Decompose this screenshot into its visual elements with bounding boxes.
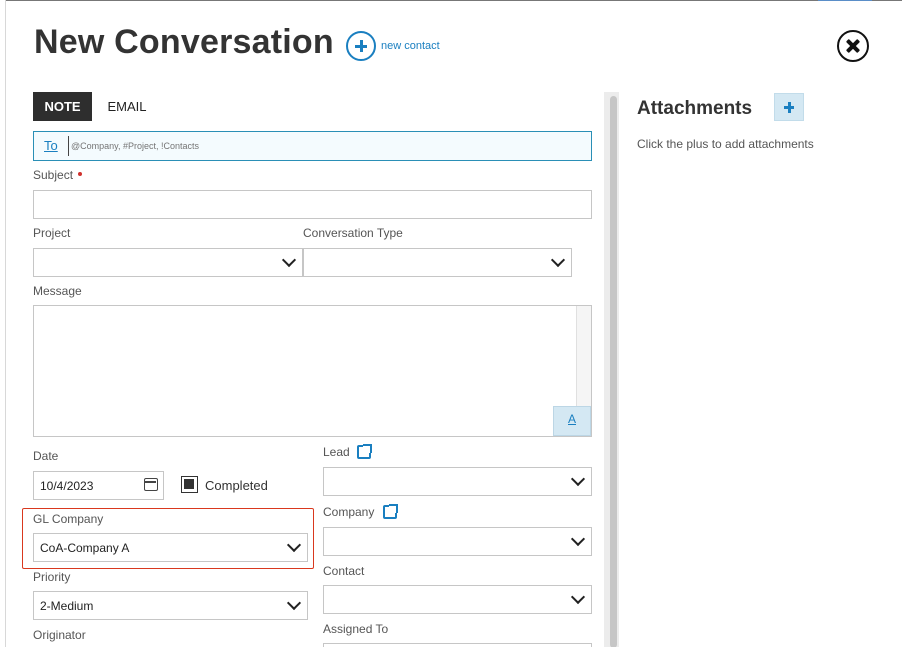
company-select[interactable]: [323, 527, 592, 556]
contact-select[interactable]: [323, 585, 592, 614]
project-select[interactable]: [33, 248, 303, 277]
message-scrollbar[interactable]: [576, 306, 591, 406]
company-label: Company: [323, 505, 375, 519]
assigned-to-select[interactable]: [323, 643, 592, 647]
gl-company-label: GL Company: [33, 512, 104, 526]
conversation-type-select[interactable]: [303, 248, 572, 277]
chevron-down-icon: [286, 537, 302, 553]
chevron-down-icon: [281, 252, 297, 268]
calendar-icon[interactable]: [144, 478, 158, 491]
new-contact-link[interactable]: new contact: [381, 40, 440, 52]
text-format-button[interactable]: A: [553, 406, 591, 436]
required-indicator: [78, 172, 83, 176]
chevron-down-icon: [570, 531, 586, 547]
attachments-hint: Click the plus to add attachments: [637, 137, 814, 151]
open-external-icon[interactable]: [383, 504, 398, 519]
lead-select[interactable]: [323, 467, 592, 496]
contact-label: Contact: [323, 564, 365, 578]
subject-input[interactable]: [33, 190, 592, 219]
conversation-type-label: Conversation Type: [303, 226, 403, 240]
gl-company-select[interactable]: CoA-Company A: [33, 533, 308, 562]
tab-email[interactable]: EMAIL: [100, 92, 154, 121]
subject-label: Subject: [33, 168, 83, 182]
priority-label: Priority: [33, 570, 71, 584]
date-value: 10/4/2023: [40, 478, 94, 493]
chevron-down-icon: [550, 252, 566, 268]
add-attachment-button[interactable]: [774, 93, 804, 121]
to-link[interactable]: To: [44, 138, 58, 153]
message-textarea[interactable]: A: [33, 305, 592, 437]
project-label: Project: [33, 226, 71, 240]
to-input[interactable]: [68, 136, 583, 156]
add-contact-icon[interactable]: [346, 31, 376, 61]
tab-note[interactable]: NOTE: [33, 92, 92, 121]
to-field[interactable]: To: [33, 131, 592, 161]
text-format-icon: A: [568, 412, 577, 426]
assigned-to-label: Assigned To: [323, 622, 389, 636]
completed-label: Completed: [205, 478, 268, 493]
form-scrollbar-thumb[interactable]: [610, 96, 617, 647]
gl-company-value: CoA-Company A: [40, 540, 130, 555]
open-external-icon[interactable]: [357, 444, 372, 459]
close-icon[interactable]: [837, 30, 869, 62]
modal-title: New Conversation: [34, 23, 334, 61]
new-conversation-modal: New Conversation new contact NOTE EMAIL …: [6, 1, 902, 647]
priority-value: 2-Medium: [40, 598, 94, 613]
date-input[interactable]: 10/4/2023: [33, 471, 164, 500]
lead-label: Lead: [323, 445, 350, 459]
chevron-down-icon: [570, 589, 586, 605]
chevron-down-icon: [570, 471, 586, 487]
chevron-down-icon: [286, 595, 302, 611]
originator-label: Originator: [33, 628, 86, 642]
priority-select[interactable]: 2-Medium: [33, 591, 308, 620]
date-label: Date: [33, 449, 59, 463]
completed-checkbox[interactable]: [181, 476, 198, 493]
attachments-title: Attachments: [637, 98, 753, 119]
message-label: Message: [33, 284, 82, 298]
